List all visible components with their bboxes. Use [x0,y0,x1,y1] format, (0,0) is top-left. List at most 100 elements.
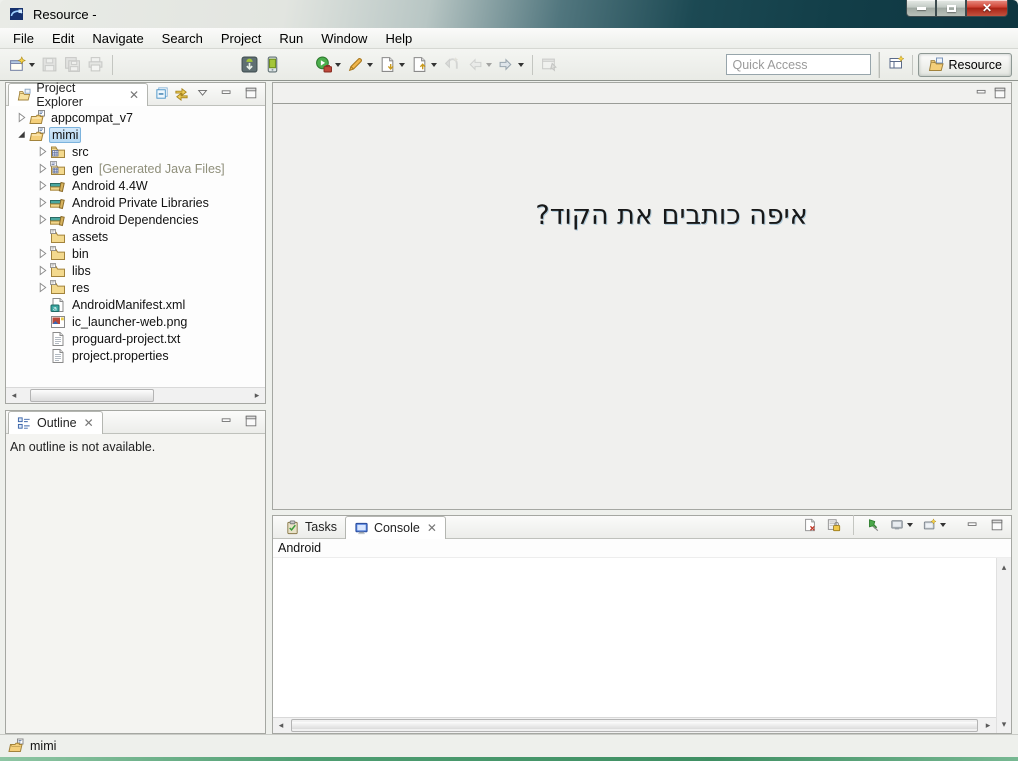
menu-window[interactable]: Window [312,29,376,48]
tree-item-libs[interactable]: libs [6,262,265,279]
project-explorer-hscrollbar[interactable]: ◂ ▸ [6,387,265,403]
previous-annotation-button[interactable] [408,54,440,75]
scroll-right-icon[interactable]: ▸ [980,718,996,733]
tree-item-res[interactable]: res [6,279,265,296]
dropdown-arrow-icon[interactable] [335,62,341,67]
minimize-view-button[interactable] [963,516,983,534]
clear-console-button[interactable] [800,516,820,534]
console-output[interactable] [273,558,996,717]
twistie-collapsed-icon[interactable] [37,248,48,259]
close-tab-icon[interactable]: ✕ [84,417,94,429]
maximize-button[interactable] [936,0,966,17]
dropdown-arrow-icon[interactable] [367,62,373,67]
menu-run[interactable]: Run [270,29,312,48]
twistie-spacer [37,231,48,242]
maximize-view-button[interactable] [987,516,1007,534]
open-perspective-button[interactable] [887,53,907,76]
dropdown-arrow-icon[interactable] [940,523,946,527]
close-tab-icon[interactable]: ✕ [427,522,437,534]
tab-project-explorer[interactable]: Project Explorer ✕ [8,81,148,109]
minimize-view-icon[interactable] [975,86,989,100]
maximize-view-button[interactable] [241,412,261,430]
open-console-button[interactable] [920,516,949,534]
view-menu-button[interactable] [193,84,213,102]
project-explorer-panel: Project Explorer ✕ appcompat_v7 mimi src ge… [5,81,266,404]
twistie-collapsed-icon[interactable] [37,282,48,293]
editor-content[interactable]: איפה כותבים את הקוד? [273,104,1011,509]
menu-project[interactable]: Project [212,29,270,48]
twistie-collapsed-icon[interactable] [37,163,48,174]
tree-item-androidmanifest-xml[interactable]: a AndroidManifest.xml [6,296,265,313]
view-menu-icon [196,86,210,100]
external-tools-button[interactable] [344,54,376,75]
console-vscrollbar[interactable]: ▴ ▾ [996,558,1011,733]
tree-item-android-dependencies[interactable]: Android Dependencies [6,211,265,228]
link-with-editor-icon [174,86,189,101]
tree-item-mimi[interactable]: mimi [6,126,265,143]
new-wizard-button[interactable] [6,54,38,75]
tree-item-label: assets [72,229,109,244]
next-annotation-button[interactable] [376,54,408,75]
display-selected-console-button[interactable] [887,516,916,534]
maximize-view-button[interactable] [241,84,261,102]
menu-navigate[interactable]: Navigate [83,29,152,48]
scroll-left-icon[interactable]: ◂ [6,388,22,403]
twistie-collapsed-icon[interactable] [37,146,48,157]
collapse-all-button[interactable] [154,85,171,102]
close-tab-icon[interactable]: ✕ [129,89,139,101]
avd-manager-button[interactable] [261,54,284,75]
minimize-view-button[interactable] [217,84,237,102]
maximize-view-icon [990,518,1004,532]
menu-edit[interactable]: Edit [43,29,83,48]
outline-menu-tools [217,412,265,430]
menu-search[interactable]: Search [153,29,212,48]
tab-console[interactable]: Console ✕ [344,516,446,539]
tree-item-android-private-libraries[interactable]: Android Private Libraries [6,194,265,211]
dropdown-arrow-icon[interactable] [431,62,437,67]
maximize-view-icon[interactable] [993,86,1007,100]
console-hscrollbar[interactable]: ◂ ▸ [273,717,996,733]
scroll-up-icon[interactable]: ▴ [997,560,1011,574]
tree-item-assets[interactable]: assets [6,228,265,245]
twistie-collapsed-icon[interactable] [37,214,48,225]
scroll-lock-button[interactable] [824,516,844,534]
pin-console-button[interactable] [863,516,883,534]
scroll-left-icon[interactable]: ◂ [273,718,289,733]
tree-item-src[interactable]: src [6,143,265,160]
run-button[interactable] [312,54,344,75]
twistie-collapsed-icon[interactable] [37,197,48,208]
forward-button[interactable] [495,54,527,75]
dropdown-arrow-icon[interactable] [518,62,524,67]
twistie-collapsed-icon[interactable] [16,112,27,123]
tree-item-android-4-4w[interactable]: Android 4.4W [6,177,265,194]
twistie-collapsed-icon[interactable] [37,180,48,191]
dropdown-arrow-icon[interactable] [907,523,913,527]
dropdown-arrow-icon[interactable] [399,62,405,67]
tree-item-project-properties[interactable]: project.properties [6,347,265,364]
tree-item-ic-launcher-web-png[interactable]: ic_launcher-web.png [6,313,265,330]
clear-console-icon [803,518,817,532]
minimize-view-button[interactable] [217,412,237,430]
twistie-collapsed-icon[interactable] [37,265,48,276]
tab-tasks[interactable]: Tasks [277,516,345,538]
close-button[interactable]: ✕ [966,0,1008,17]
resource-perspective-button[interactable]: Resource [917,52,1012,77]
tab-label: Tasks [305,520,337,534]
scroll-down-icon[interactable]: ▾ [997,717,1011,731]
menu-file[interactable]: File [4,29,43,48]
android-sdk-manager-button[interactable] [238,54,261,75]
minimize-button[interactable] [906,0,936,17]
twistie-expanded-icon[interactable] [16,129,27,140]
link-with-editor-button[interactable] [173,85,190,102]
tree-item-proguard-project-txt[interactable]: proguard-project.txt [6,330,265,347]
quick-access-input[interactable] [725,54,871,75]
dropdown-arrow-icon[interactable] [29,62,35,67]
tab-outline[interactable]: Outline ✕ [8,411,103,434]
dropdown-arrow-icon[interactable] [486,62,492,67]
tree-item-bin[interactable]: bin [6,245,265,262]
tree-item-gen[interactable]: gen [Generated Java Files] [6,160,265,177]
menubar: File Edit Navigate Search Project Run Window He… [0,28,1018,49]
scroll-right-icon[interactable]: ▸ [249,388,265,403]
menu-help[interactable]: Help [376,29,421,48]
tree-item-appcompat-v7[interactable]: appcompat_v7 [6,109,265,126]
